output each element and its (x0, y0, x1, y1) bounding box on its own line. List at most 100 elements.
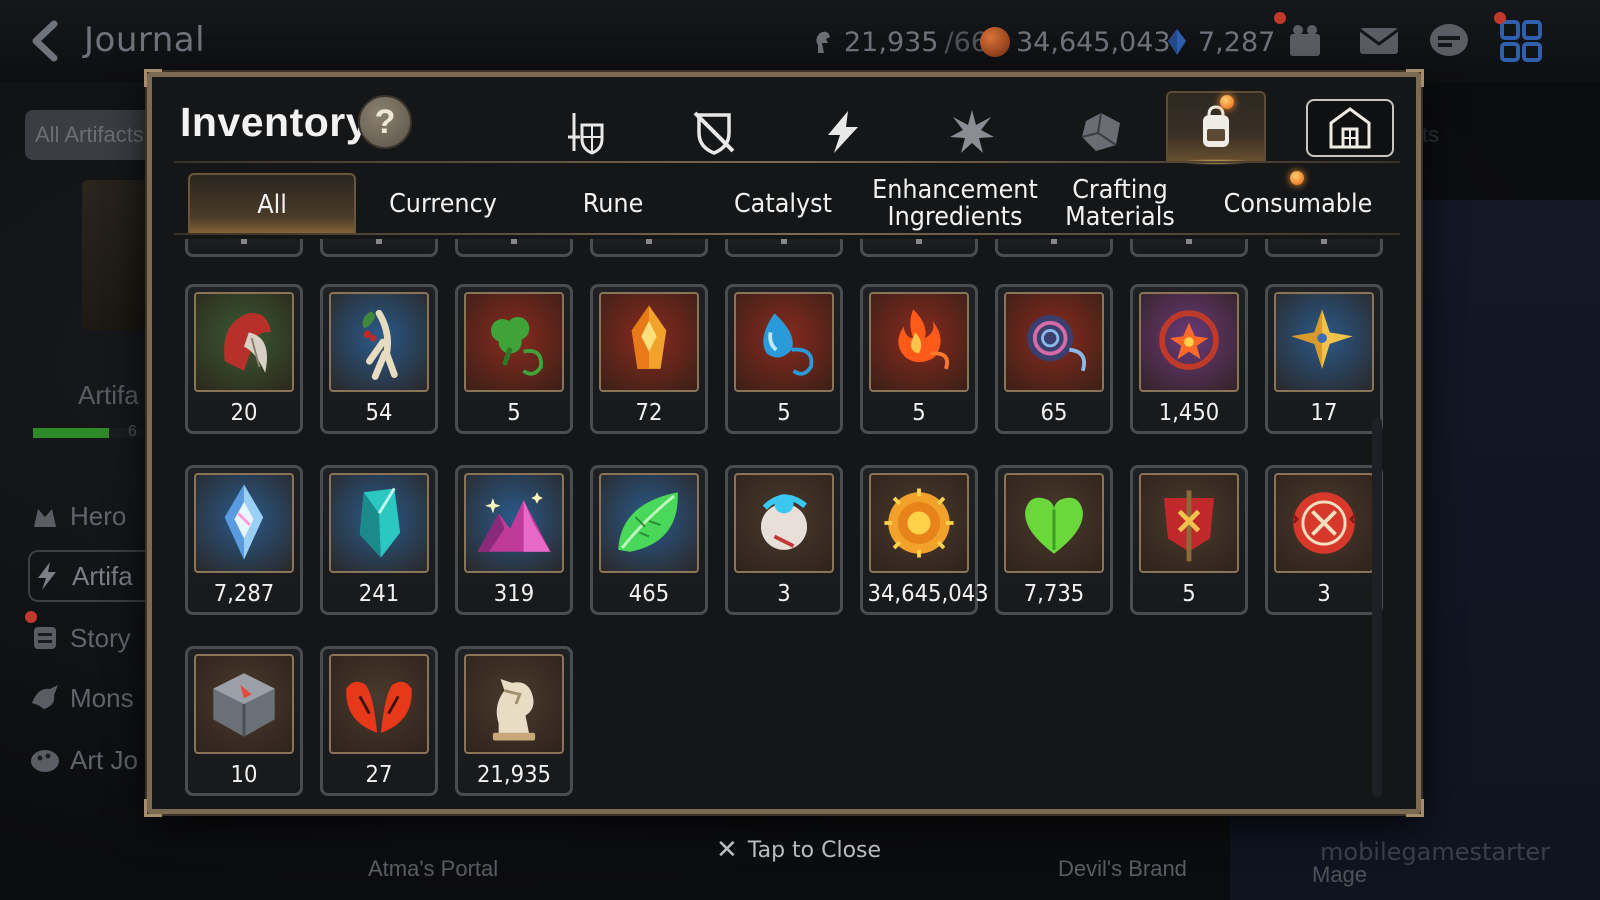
scrollbar[interactable] (1372, 417, 1382, 797)
item-quantity: 34,645,043 (867, 581, 989, 607)
item-slot[interactable]: 7,287 (185, 465, 303, 615)
mail-icon[interactable] (1356, 18, 1402, 64)
item-quantity: 1,450 (1158, 400, 1220, 426)
item-slot-partial[interactable] (185, 239, 303, 257)
item-slot-partial[interactable] (995, 239, 1113, 257)
nav-artifact-label: Artifa (72, 560, 133, 591)
item-slot[interactable]: 3 (725, 465, 843, 615)
item-slot[interactable]: 241 (320, 465, 438, 615)
item-slot-partial[interactable] (320, 239, 438, 257)
tab-artifact[interactable] (793, 97, 893, 167)
item-quantity: 241 (358, 581, 400, 607)
item-quantity: 5 (507, 400, 521, 426)
banner-icon (1139, 473, 1239, 573)
hero-icon (34, 509, 56, 527)
item-slot[interactable]: 5 (725, 284, 843, 434)
chat-icon[interactable] (1426, 18, 1472, 64)
item-slot[interactable]: 21,935 (455, 646, 573, 796)
item-slot[interactable]: 319 (455, 465, 573, 615)
item-slot-partial[interactable] (860, 239, 978, 257)
emerald-crystal-icon (329, 473, 429, 573)
menu-grid-icon[interactable] (1498, 18, 1544, 64)
item-slot[interactable]: 7,735 (995, 465, 1113, 615)
item-slot[interactable]: 17 (1265, 284, 1383, 434)
friends-icon[interactable] (1282, 18, 1328, 64)
item-slot-partial[interactable] (1130, 239, 1248, 257)
sword-shield-icon (568, 113, 604, 155)
vortex-rune-icon (1004, 292, 1104, 392)
item-slot-partial[interactable] (455, 239, 573, 257)
notification-dot (1274, 12, 1286, 24)
tab-bag[interactable] (1166, 91, 1266, 165)
item-slot[interactable]: 65 (995, 284, 1113, 434)
item-slot-partial[interactable] (590, 239, 708, 257)
item-slot[interactable]: 5 (455, 284, 573, 434)
subtab-enhancement-ingredients[interactable]: Enhancement Ingredients (872, 173, 1038, 235)
close-icon: ✕ (716, 835, 738, 865)
item-slot-partial[interactable] (725, 239, 843, 257)
journal-title: Journal (84, 20, 206, 60)
close-hint[interactable]: ✕ Tap to Close (716, 835, 881, 865)
progress-bar (33, 428, 143, 438)
header-divider (174, 161, 1400, 163)
nav-monster-label: Mons (70, 682, 134, 713)
nav-hero-label: Hero (70, 500, 127, 531)
lightning-icon (828, 111, 858, 153)
item-slot[interactable]: 54 (320, 284, 438, 434)
item-quantity: 20 (230, 400, 258, 426)
tab-storage[interactable] (1306, 99, 1394, 157)
item-slot[interactable]: 5 (1130, 465, 1248, 615)
item-slot[interactable]: 465 (590, 465, 708, 615)
item-quantity: 465 (628, 581, 670, 607)
nav-artifact[interactable]: Artifa (28, 550, 163, 602)
subtab-currency[interactable]: Currency (374, 173, 512, 235)
subtab-catalyst[interactable]: Catalyst (719, 173, 848, 235)
nav-art-journal[interactable]: Art Jo (28, 734, 163, 786)
palette-icon (31, 750, 59, 772)
close-hint-label: Tap to Close (747, 837, 882, 863)
frame-corner (1406, 69, 1424, 87)
item-quantity: 27 (365, 762, 393, 788)
item-quantity: 319 (493, 581, 535, 607)
item-quantity: 5 (1182, 581, 1196, 607)
gold-resource[interactable]: 34,645,043 (980, 22, 1171, 62)
item-slot-partial[interactable] (1265, 239, 1383, 257)
nav-hero[interactable]: Hero (28, 490, 163, 542)
crystal-icon (1168, 29, 1186, 55)
item-slot[interactable]: 3 (1265, 465, 1383, 615)
nav-monster[interactable]: Mons (28, 672, 163, 724)
subtab-crafting-materials[interactable]: Crafting Materials (1056, 173, 1185, 235)
water-rune-icon (734, 292, 834, 392)
crystal-resource[interactable]: 7,287 (1162, 22, 1275, 62)
item-slot[interactable]: 20 (185, 284, 303, 434)
tab-material[interactable] (1051, 97, 1151, 167)
item-slot[interactable]: 10 (185, 646, 303, 796)
subtab-rune[interactable]: Rune (553, 173, 673, 235)
seal-icon (1274, 473, 1374, 573)
game-screen: Journal 21,935 /66 34,645,043 7,287 All (0, 0, 1600, 900)
item-slot[interactable]: 72 (590, 284, 708, 434)
item-quantity: 7,287 (213, 581, 275, 607)
nav-story[interactable]: Story (28, 612, 163, 664)
item-quantity: 72 (635, 400, 663, 426)
item-quantity: 5 (912, 400, 926, 426)
item-slot[interactable]: 5 (860, 284, 978, 434)
crystal-shard-icon (194, 473, 294, 573)
item-slot[interactable]: 34,645,043 (860, 465, 989, 615)
back-arrow-icon[interactable] (22, 16, 72, 66)
item-slot[interactable]: 27 (320, 646, 438, 796)
item-slot[interactable]: 1,450 (1130, 284, 1248, 434)
tab-no-equip[interactable] (664, 97, 764, 167)
lightning-icon (38, 562, 56, 590)
category-tabs (152, 91, 1426, 166)
tab-equipment[interactable] (535, 97, 635, 167)
subtab-all[interactable]: All (188, 173, 356, 235)
stamina-value: 21,935 (844, 26, 939, 58)
item-quantity: 65 (1040, 400, 1068, 426)
item-grid: 20 54 5 72 5 5 65 1,450 17 7,287 241 319 465 3 34,645,… (152, 239, 1426, 809)
subtab-divider (174, 233, 1400, 235)
stamina-resource[interactable]: 21,935 /66 (808, 22, 988, 62)
tab-memory[interactable] (922, 97, 1022, 167)
item-quantity: 54 (365, 400, 393, 426)
star-rune-icon (1274, 292, 1374, 392)
